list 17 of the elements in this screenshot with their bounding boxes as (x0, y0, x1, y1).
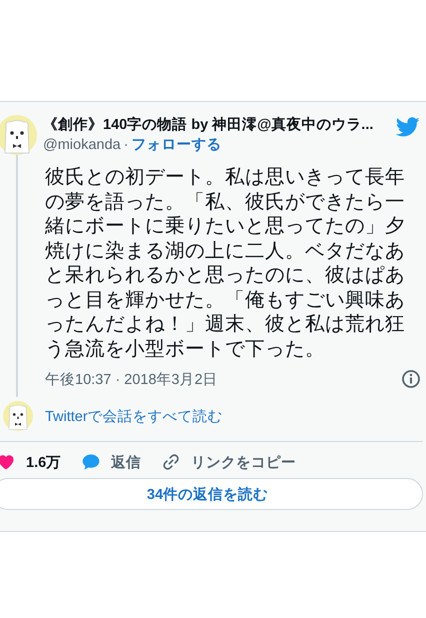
speech-bubble-icon (81, 452, 102, 472)
copy-button[interactable]: リンクをコピー (161, 452, 296, 472)
read-replies-button[interactable]: 34件の返信を読む (0, 478, 423, 510)
avatar-icon[interactable] (0, 115, 37, 155)
conversation-link[interactable]: Twitterで会話をすべて読む (45, 406, 223, 426)
like-button[interactable]: 1.6万 (0, 452, 62, 472)
author-name[interactable]: 《創作》140字の物語 by 神田澪@真夜中のウラ... (43, 115, 395, 135)
avatar-icon[interactable] (3, 401, 33, 431)
bird-icon[interactable] (395, 115, 421, 139)
timestamp-link[interactable]: 午後10:37 · 2018年3月2日 (45, 370, 218, 388)
author-handle[interactable]: @miokanda (43, 137, 121, 153)
reply-button[interactable]: 返信 (81, 452, 142, 472)
follow-link[interactable]: フォローする (131, 137, 222, 153)
separator-dot: · (124, 137, 128, 153)
link-icon (161, 452, 182, 472)
info-icon[interactable] (401, 369, 421, 389)
tweet-text: 彼氏との初デート。私は思いきって長年の夢を語った。「私、彼氏ができたら一緒にボートに乗りたいと思ってたの」夕焼けに染まる湖の上に二人。ベタだなあと呆れられるかと思ったのに、彼はぱあっと目を輝かせた。「俺もすごい興味あったんだよね！」週末、彼と私は荒れ狂う急流を小型ボートで下った。 (45, 165, 406, 361)
